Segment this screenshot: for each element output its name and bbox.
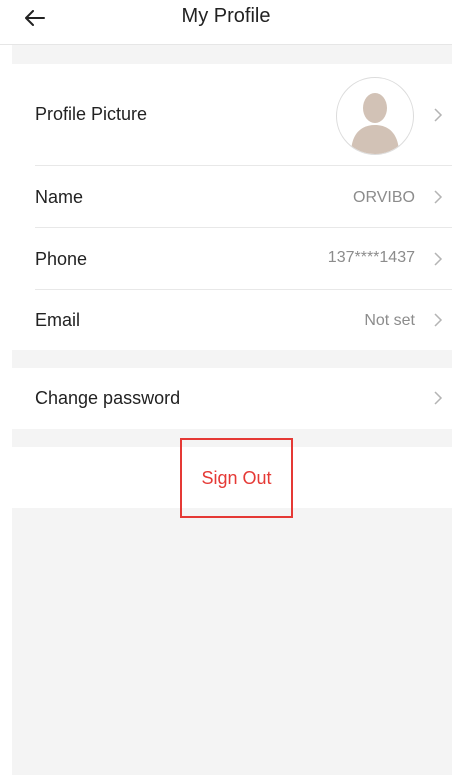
profile-info-card: Profile Picture Name ORVIBO Phone 137***… (12, 64, 452, 350)
email-label: Email (35, 310, 81, 330)
change-password-row[interactable]: Change password (12, 368, 452, 429)
sign-out-section: Sign Out (12, 438, 452, 518)
section-gap (12, 45, 452, 64)
name-label: Name (35, 187, 84, 207)
chevron-right-icon (434, 108, 443, 122)
change-password-label: Change password (35, 388, 181, 408)
chevron-right-icon (434, 252, 443, 266)
section-gap (12, 350, 452, 368)
name-row[interactable]: Name ORVIBO (12, 166, 452, 227)
profile-picture-label: Profile Picture (35, 104, 148, 124)
avatar[interactable] (336, 77, 414, 155)
empty-area (12, 508, 452, 775)
chevron-right-icon (434, 391, 443, 405)
security-card: Change password (12, 368, 452, 429)
email-row[interactable]: Email Not set (12, 290, 452, 350)
chevron-right-icon (434, 313, 443, 327)
top-bar: My Profile (0, 0, 452, 45)
phone-label: Phone (35, 249, 88, 269)
name-value: ORVIBO (353, 189, 415, 206)
page-title: My Profile (181, 5, 271, 27)
email-value: Not set (364, 312, 415, 329)
chevron-right-icon (434, 190, 443, 204)
default-avatar-icon (351, 93, 399, 154)
phone-value: 137****1437 (327, 249, 415, 266)
sign-out-button[interactable]: Sign Out (180, 438, 293, 518)
profile-picture-row[interactable]: Profile Picture (12, 64, 452, 165)
phone-row[interactable]: Phone 137****1437 (12, 228, 452, 289)
profile-screen: My Profile Profile Picture Name ORVIBO P… (0, 0, 452, 775)
